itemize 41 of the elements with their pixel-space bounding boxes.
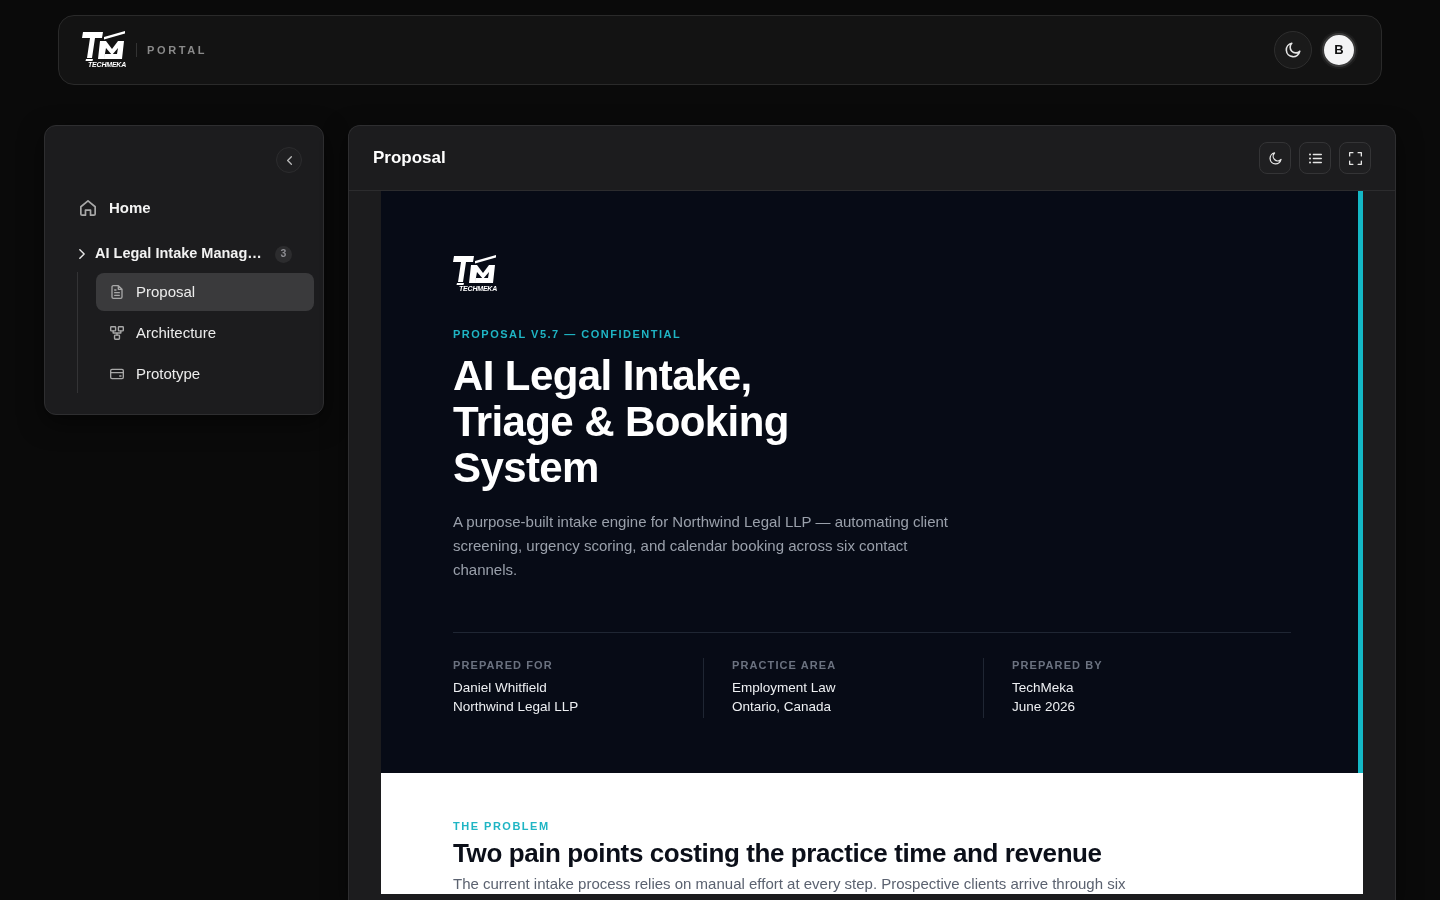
meta-label: PREPARED BY: [1012, 658, 1103, 672]
meta-label: PRACTICE AREA: [732, 658, 837, 672]
section-paragraph: The current intake process relies on manual effort at every step. Prospective clients arrive through six: [453, 874, 1127, 894]
sidebar-item[interactable]: Prototype: [96, 355, 314, 393]
count-badge: 3: [275, 245, 292, 263]
section-heading: Two pain points costing the practice time and revenue: [453, 837, 1103, 869]
fullscreen-button[interactable]: [1339, 142, 1371, 174]
meta-value: June 2026: [1012, 698, 1076, 716]
collapse-sidebar-button[interactable]: [276, 147, 302, 173]
document-title: AI Legal Intake, Triage & Booking System: [453, 353, 790, 491]
document-icon: [110, 285, 124, 299]
sidebar-item[interactable]: Architecture: [96, 314, 314, 352]
sidebar-item[interactable]: Proposal: [96, 273, 314, 311]
logo-icon: [453, 255, 497, 285]
panel-title: Proposal: [373, 147, 446, 170]
hierarchy-icon: [110, 326, 124, 340]
sidebar-group-toggle[interactable]: AI Legal Intake Manag… 3: [69, 236, 314, 272]
moon-icon: [1285, 42, 1301, 58]
meta-value: Employment Law: [732, 679, 836, 697]
sidebar-item[interactable]: Home: [69, 190, 314, 226]
section-eyebrow: THE PROBLEM: [453, 819, 550, 833]
meta-value: Ontario, Canada: [732, 698, 832, 716]
logo-icon: [82, 31, 126, 61]
meta-value: Daniel Whitfield: [453, 679, 547, 697]
moon-icon: [1268, 151, 1282, 165]
fullscreen-icon: [1348, 151, 1362, 165]
document-description: A purpose-built intake engine for Northwind Legal LLP — automating client screening, urgency scoring, and calendar booking across six contact channels.: [453, 512, 950, 580]
eyebrow-label: PROPOSAL V5.7 — CONFIDENTIAL: [453, 327, 682, 341]
home-icon: [80, 200, 96, 216]
window-icon: [110, 367, 124, 381]
list-icon: [1308, 151, 1322, 165]
theme-toggle-button[interactable]: [1274, 31, 1312, 69]
portal-label: PORTAL: [147, 42, 208, 58]
outline-button[interactable]: [1299, 142, 1331, 174]
meta-label: PREPARED FOR: [453, 658, 553, 672]
avatar-button[interactable]: B: [1322, 33, 1356, 67]
meta-value: Northwind Legal LLP: [453, 698, 579, 716]
chevron-right-icon: [79, 249, 85, 259]
theme-toggle-button[interactable]: [1259, 142, 1291, 174]
chevron-left-icon: [286, 155, 292, 165]
meta-value: TechMeka: [1012, 679, 1074, 697]
